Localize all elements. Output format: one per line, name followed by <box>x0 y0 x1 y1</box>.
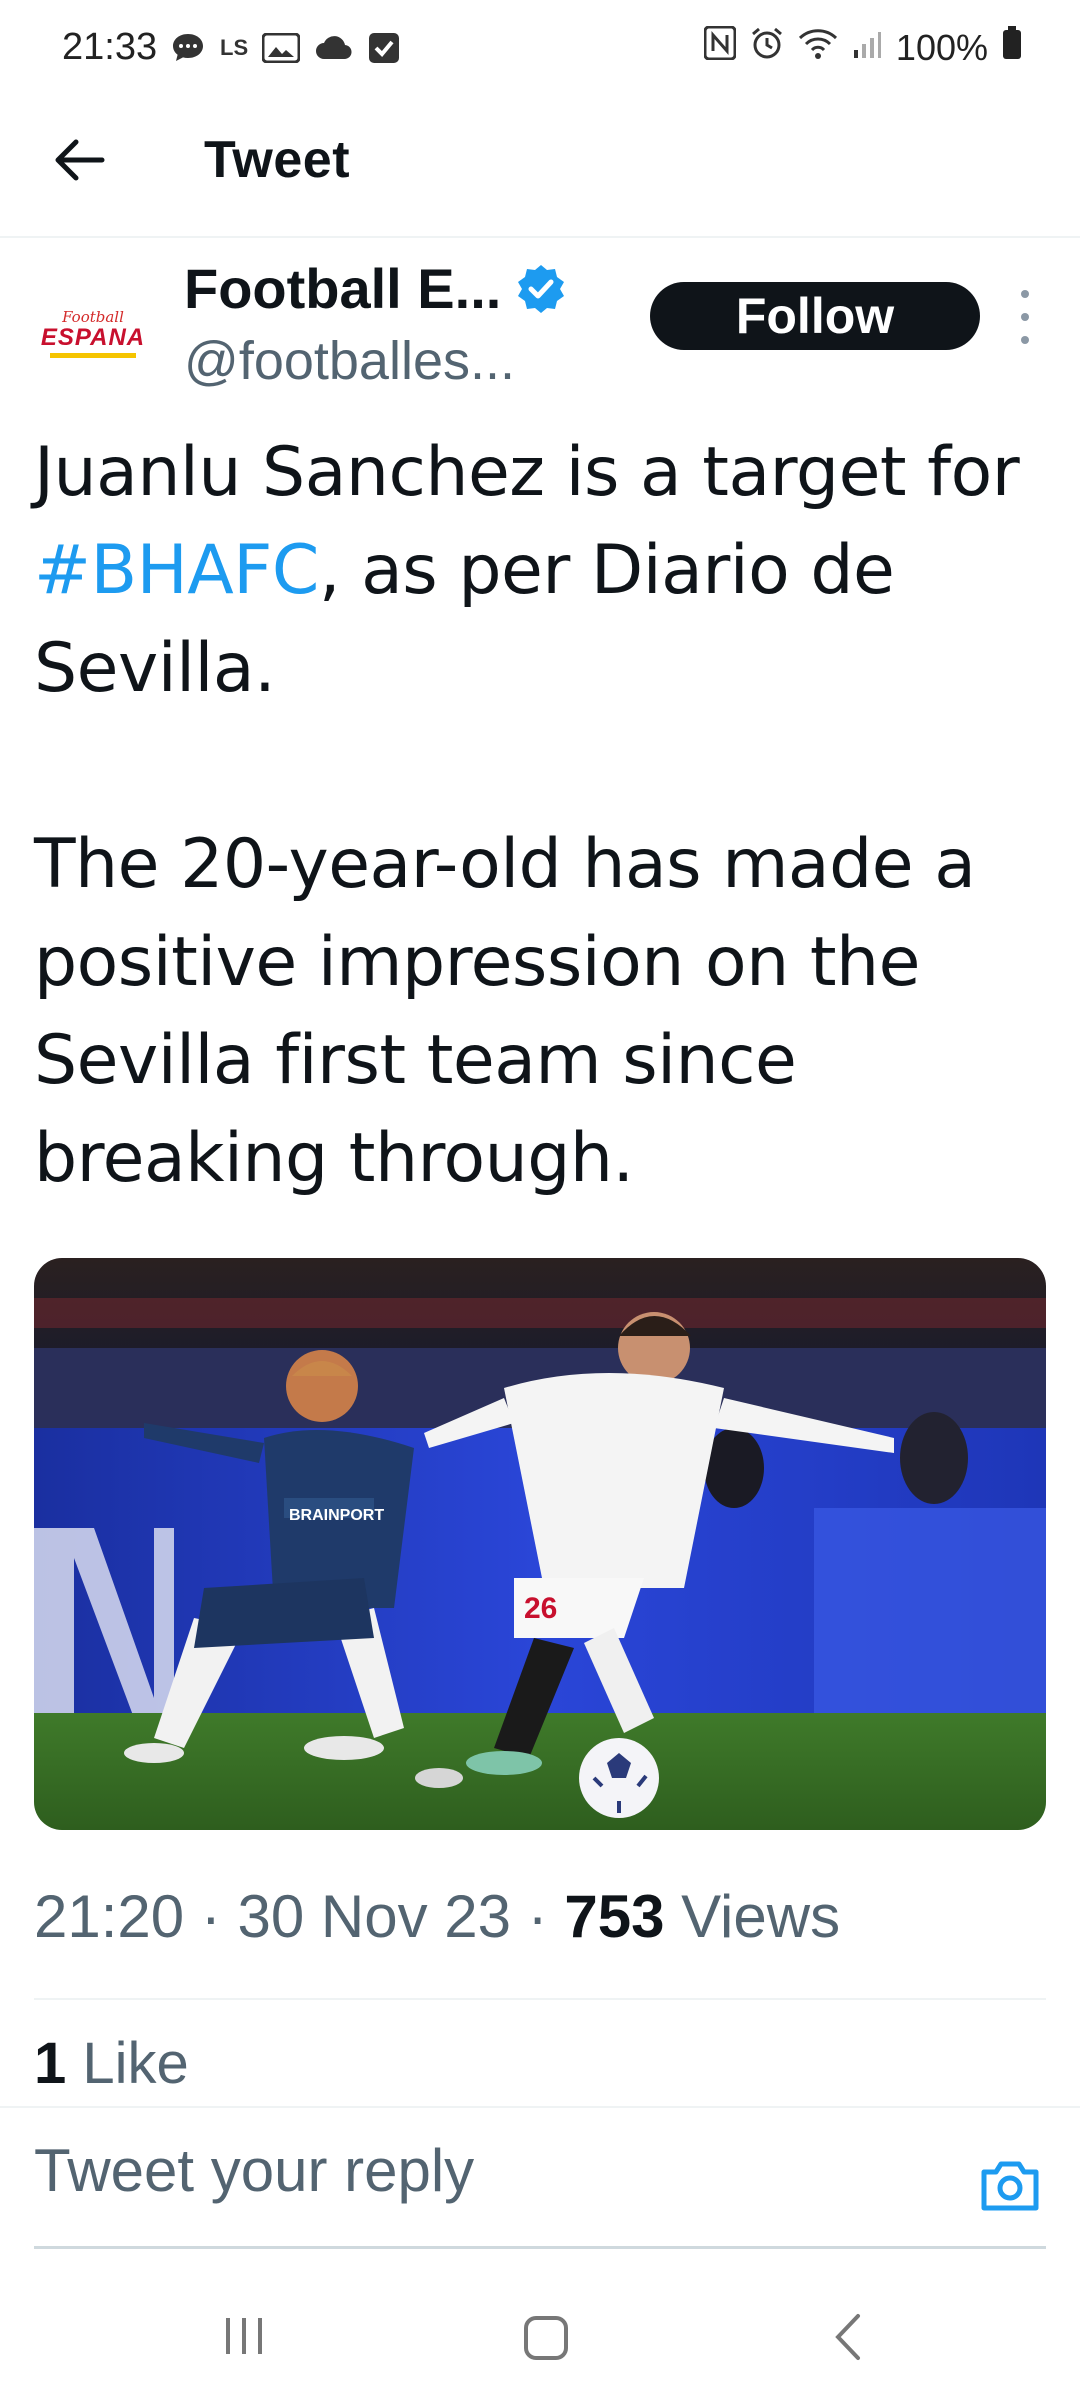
divider <box>34 1998 1046 2000</box>
tweet-time: 21:20 <box>34 1883 185 1950</box>
author-handle[interactable]: @footballes... <box>184 330 515 392</box>
page-title: Tweet <box>204 131 351 189</box>
camera-icon[interactable] <box>980 2158 1040 2212</box>
likes-label[interactable]: Like <box>82 2031 188 2096</box>
wifi-icon <box>798 27 838 69</box>
recent-apps-icon[interactable] <box>222 2316 266 2356</box>
football-photo-illustration: BRAINPORT 26 <box>34 1258 1046 1830</box>
tweet-author: Football ESPANA Football E... @footballe… <box>0 240 1080 410</box>
battery-icon <box>1002 26 1022 69</box>
tweet-media-photo[interactable]: BRAINPORT 26 <box>34 1258 1046 1830</box>
author-name-row[interactable]: Football E... <box>184 256 567 321</box>
reply-underline <box>34 2246 1046 2249</box>
system-navigation-bar <box>0 2270 1080 2400</box>
likes-count[interactable]: 1 <box>34 2031 66 2096</box>
signal-icon <box>852 27 882 69</box>
chat-bubble-icon <box>170 30 206 66</box>
tweet-date: 30 Nov 23 <box>237 1883 511 1950</box>
avatar[interactable]: Football ESPANA <box>34 278 152 388</box>
jersey-sponsor-text: BRAINPORT <box>289 1507 384 1524</box>
battery-percent: 100% <box>895 26 988 68</box>
meta-separator: · <box>184 1883 238 1950</box>
alarm-icon <box>750 26 784 69</box>
checkbox-icon <box>368 30 400 66</box>
status-time: 21:33 <box>62 26 158 68</box>
gallery-icon <box>262 30 301 66</box>
avatar-logo-main: ESPANA <box>40 323 146 351</box>
author-name[interactable]: Football E... <box>184 256 501 321</box>
tweet-meta: 21:20 · 30 Nov 23 · 753 Views <box>34 1882 840 1951</box>
avatar-logo-bar <box>50 352 136 358</box>
tweet-text: Juanlu Sanchez is a target for #BHAFC, a… <box>34 424 1044 1208</box>
avatar-logo-top: Football <box>62 307 124 326</box>
top-app-bar: Tweet <box>0 100 1080 238</box>
tweet-text-part2: , as per Diario de Sevilla. The 20-year-… <box>34 531 976 1198</box>
cloud-sync-icon <box>314 30 354 66</box>
views-count[interactable]: 753 <box>564 1883 664 1950</box>
notification-icons: LS <box>170 30 400 66</box>
verified-badge-icon <box>518 264 565 313</box>
likes-summary[interactable]: 1 Like <box>34 2030 189 2097</box>
meta-separator: · <box>511 1883 565 1950</box>
hashtag-link[interactable]: #BHAFC <box>34 531 319 610</box>
more-options-icon[interactable] <box>1010 290 1040 344</box>
jersey-number: 26 <box>524 1592 557 1625</box>
system-back-icon[interactable] <box>826 2312 870 2362</box>
home-icon[interactable] <box>524 2316 568 2360</box>
back-arrow-icon[interactable] <box>48 128 112 192</box>
tweet-text-part1: Juanlu Sanchez is a target for <box>34 433 1041 512</box>
system-icons: 100% <box>703 25 1022 69</box>
nfc-icon <box>703 25 737 69</box>
status-bar: 21:33 LS 100% <box>0 0 1080 100</box>
views-label[interactable]: Views <box>681 1883 840 1950</box>
ls-icon: LS <box>220 35 249 60</box>
follow-button[interactable]: Follow <box>650 282 980 350</box>
reply-input[interactable]: Tweet your reply <box>34 2136 474 2205</box>
